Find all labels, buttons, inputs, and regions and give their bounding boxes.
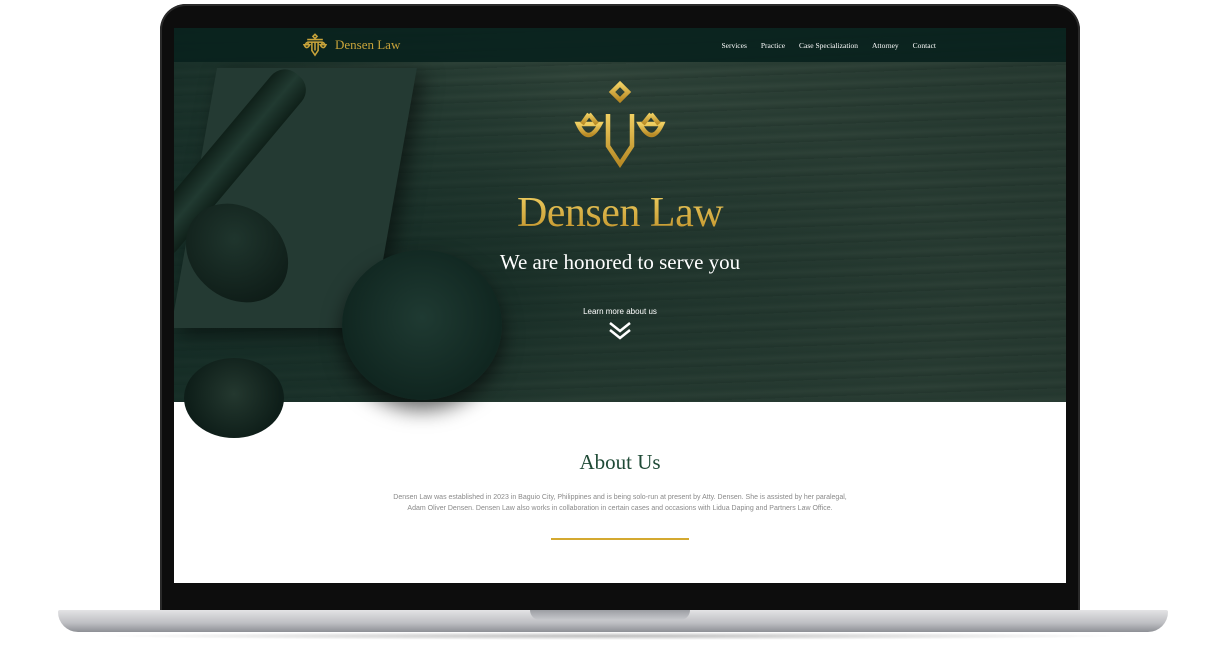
about-section: About Us Densen Law was established in 2…: [174, 402, 1066, 583]
nav-link-case-specialization[interactable]: Case Specialization: [799, 41, 858, 50]
about-text: Densen Law was established in 2023 in Ba…: [393, 494, 847, 512]
brand-logo-link[interactable]: Densen Law: [302, 33, 401, 57]
hero-tagline: We are honored to serve you: [499, 250, 741, 274]
gold-divider: [551, 538, 689, 540]
nav-link-attorney[interactable]: Attorney: [872, 41, 899, 50]
double-chevron-down-icon[interactable]: [608, 321, 632, 341]
brand-name: Densen Law: [335, 37, 401, 52]
learn-more-link[interactable]: Learn more about us: [174, 307, 1066, 316]
hero-content: Densen Law We are honored to serve you L…: [174, 80, 1066, 341]
laptop-shadow: [90, 632, 1136, 640]
top-navbar: Densen Law Services Practice Case Specia…: [174, 28, 1066, 62]
nav-link-contact[interactable]: Contact: [913, 41, 936, 50]
scales-of-justice-icon: [302, 33, 328, 57]
browser-viewport: Densen Law Services Practice Case Specia…: [174, 28, 1066, 583]
hero-title: Densen Law: [174, 192, 1066, 234]
scales-of-justice-icon: [574, 80, 666, 169]
hero-section: Densen Law Services Practice Case Specia…: [174, 28, 1066, 438]
nav-link-services[interactable]: Services: [721, 41, 746, 50]
about-title: About Us: [579, 450, 661, 474]
sound-block-image-2: [184, 358, 284, 438]
nav-link-practice[interactable]: Practice: [761, 41, 785, 50]
laptop-notch: [530, 610, 690, 620]
nav-links: Services Practice Case Specialization At…: [721, 28, 936, 62]
